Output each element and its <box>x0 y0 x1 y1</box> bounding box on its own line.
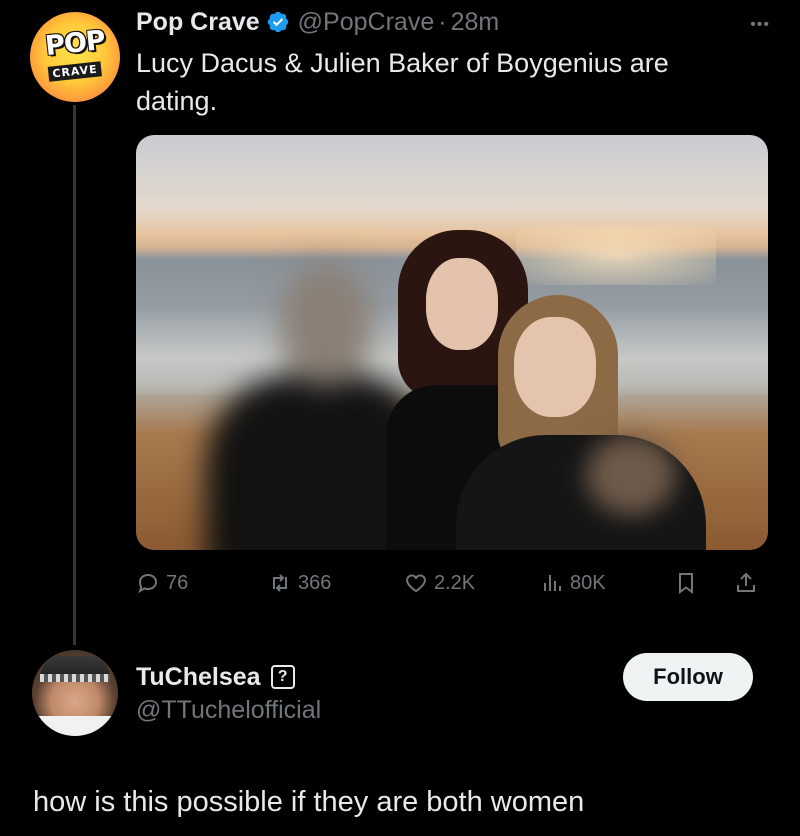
views-chart-icon <box>544 575 561 591</box>
author-display-name[interactable]: Pop Crave <box>136 8 260 37</box>
unknown-status-badge-icon: ? <box>270 665 295 689</box>
tweet-actions-bar: 76 366 2.2K 80K <box>136 565 768 601</box>
tweet-header: Pop Crave @PopCrave · 28m <box>136 4 499 40</box>
bookmark-button[interactable] <box>674 565 698 601</box>
repost-count: 366 <box>298 571 332 594</box>
repost-button[interactable]: 366 <box>268 565 331 601</box>
follow-button[interactable]: Follow <box>623 653 753 701</box>
reply-user-name-row: TuChelsea ? <box>136 660 295 694</box>
reply-icon <box>138 573 158 594</box>
reply-text: how is this possible if they are both wo… <box>33 786 585 818</box>
reply-count: 76 <box>166 571 189 594</box>
popcrave-avatar[interactable]: POP CRAVE <box>30 12 120 102</box>
views-count: 80K <box>570 571 606 594</box>
photo-person-front <box>456 295 706 550</box>
bookmark-icon <box>679 573 693 594</box>
more-options-icon[interactable]: ••• <box>750 16 770 34</box>
like-button[interactable]: 2.2K <box>404 565 475 601</box>
share-icon <box>737 572 755 592</box>
separator-dot: · <box>438 7 447 36</box>
like-count: 2.2K <box>434 571 476 594</box>
tweet-text: Lucy Dacus & Julien Baker of Boygenius a… <box>136 48 669 116</box>
avatar-logo-subtext: CRAVE <box>47 61 103 82</box>
heart-icon <box>406 574 426 593</box>
avatar-logo-text: POP <box>43 24 107 63</box>
verified-badge-icon <box>266 10 290 34</box>
tuchelsea-avatar[interactable] <box>32 650 118 736</box>
share-button[interactable] <box>734 565 758 601</box>
author-handle[interactable]: @PopCrave <box>298 8 435 37</box>
tweet-media-photo[interactable] <box>136 135 768 550</box>
thread-line <box>73 105 76 645</box>
views-button[interactable]: 80K <box>540 565 606 601</box>
reply-display-name[interactable]: TuChelsea <box>136 663 261 692</box>
repost-icon <box>273 574 287 592</box>
tweet-timestamp[interactable]: 28m <box>451 8 500 37</box>
reply-handle[interactable]: @TTuchelofficial <box>136 696 321 725</box>
reply-button[interactable]: 76 <box>136 565 188 601</box>
photo-sunset-glow <box>516 225 716 285</box>
